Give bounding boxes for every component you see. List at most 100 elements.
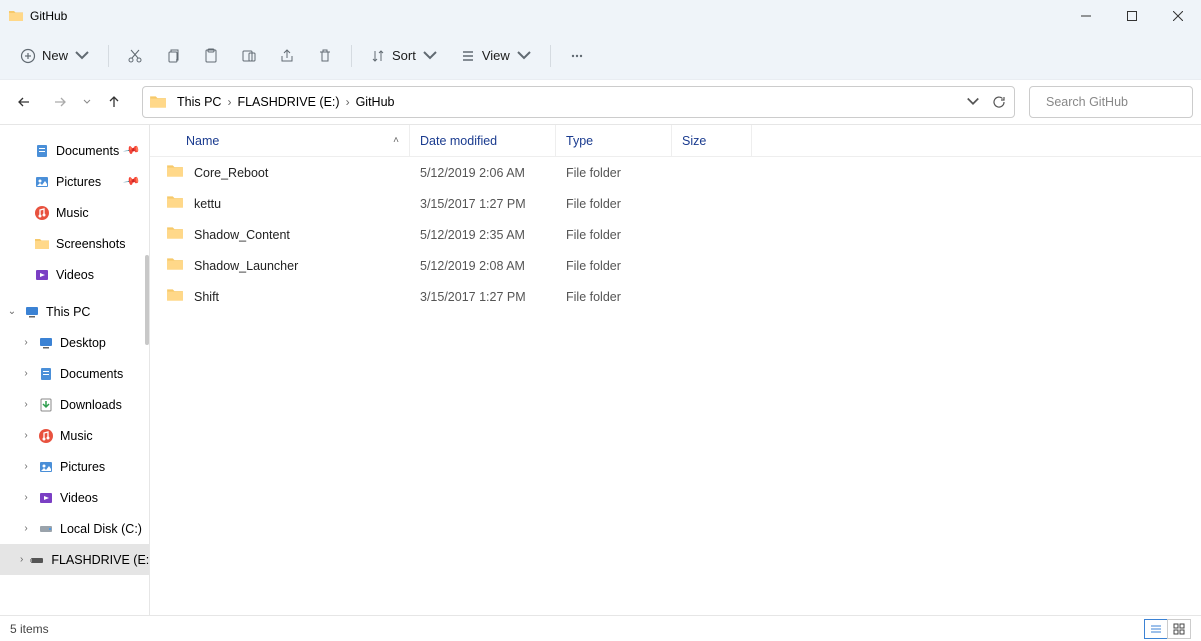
doc-icon xyxy=(38,366,54,382)
column-name[interactable]: Name˄ xyxy=(150,125,410,156)
list-icon xyxy=(460,48,476,64)
file-date: 5/12/2019 2:06 AM xyxy=(410,166,556,180)
sort-button[interactable]: Sort xyxy=(360,38,448,74)
refresh-icon[interactable] xyxy=(992,95,1006,109)
chevron-down-icon[interactable]: ⌄ xyxy=(6,306,18,317)
share-icon xyxy=(279,48,295,64)
sidebar-item[interactable]: Videos xyxy=(0,259,149,290)
sidebar-item[interactable]: › Pictures xyxy=(0,451,149,482)
chevron-right-icon[interactable]: › xyxy=(20,461,32,472)
back-button[interactable] xyxy=(8,86,40,118)
breadcrumb-segment[interactable]: FLASHDRIVE (E:) xyxy=(233,95,343,109)
sidebar-item[interactable]: ›FLASHDRIVE (E:) xyxy=(0,544,149,575)
new-button[interactable]: New xyxy=(10,38,100,74)
sidebar-item[interactable]: › Videos xyxy=(0,482,149,513)
sidebar-item[interactable]: Screenshots xyxy=(0,228,149,259)
file-row[interactable]: Shadow_Content5/12/2019 2:35 AMFile fold… xyxy=(150,219,1201,250)
plus-circle-icon xyxy=(20,48,36,64)
sidebar-item-label: Local Disk (C:) xyxy=(60,522,142,536)
recent-button[interactable] xyxy=(80,98,94,106)
column-date[interactable]: Date modified xyxy=(410,125,556,156)
copy-button[interactable] xyxy=(155,38,191,74)
status-count: 5 items xyxy=(10,622,49,636)
sidebar-scrollbar[interactable] xyxy=(143,125,149,615)
minimize-button[interactable] xyxy=(1063,0,1109,32)
view-button[interactable]: View xyxy=(450,38,542,74)
sidebar-item-label: Pictures xyxy=(56,175,101,189)
folder-icon xyxy=(166,286,184,307)
sidebar-item[interactable]: Pictures 📌 xyxy=(0,166,149,197)
window-title: GitHub xyxy=(30,9,67,23)
sidebar-item[interactable]: › Local Disk (C:) xyxy=(0,513,149,544)
forward-button[interactable] xyxy=(44,86,76,118)
chevron-right-icon[interactable]: › xyxy=(20,523,32,534)
sidebar-this-pc[interactable]: ⌄ This PC xyxy=(0,296,149,327)
pc-icon xyxy=(24,304,40,320)
clipboard-icon xyxy=(203,48,219,64)
sidebar-item-label: Desktop xyxy=(60,336,106,350)
delete-button[interactable] xyxy=(307,38,343,74)
column-type[interactable]: Type xyxy=(556,125,672,156)
new-label: New xyxy=(42,48,68,63)
breadcrumb-segment[interactable]: GitHub xyxy=(352,95,399,109)
file-date: 5/12/2019 2:35 AM xyxy=(410,228,556,242)
video-icon xyxy=(38,490,54,506)
sidebar-item[interactable]: ›Documents xyxy=(0,358,149,389)
chevron-down-icon xyxy=(422,48,438,64)
cut-button[interactable] xyxy=(117,38,153,74)
chevron-right-icon[interactable]: › xyxy=(20,368,32,379)
paste-button[interactable] xyxy=(193,38,229,74)
sidebar-item-label: Screenshots xyxy=(56,237,125,251)
sidebar-item[interactable]: ›Music xyxy=(0,420,149,451)
search-input[interactable] xyxy=(1046,95,1201,109)
rename-button[interactable] xyxy=(231,38,267,74)
sidebar-item[interactable]: ›Downloads xyxy=(0,389,149,420)
chevron-right-icon: › xyxy=(225,95,233,109)
chevron-down-icon xyxy=(516,48,532,64)
file-type: File folder xyxy=(556,228,672,242)
file-name: Core_Reboot xyxy=(194,166,268,180)
scissors-icon xyxy=(127,48,143,64)
file-type: File folder xyxy=(556,290,672,304)
icons-view-button[interactable] xyxy=(1167,619,1191,639)
file-type: File folder xyxy=(556,197,672,211)
folder-icon xyxy=(166,255,184,276)
music-icon xyxy=(38,428,54,444)
file-name: kettu xyxy=(194,197,221,211)
chevron-right-icon[interactable]: › xyxy=(20,337,32,348)
file-row[interactable]: kettu3/15/2017 1:27 PMFile folder xyxy=(150,188,1201,219)
title-bar: GitHub xyxy=(0,0,1201,32)
column-size[interactable]: Size xyxy=(672,125,752,156)
disk-icon xyxy=(38,521,54,537)
file-type: File folder xyxy=(556,166,672,180)
chevron-right-icon[interactable]: › xyxy=(20,399,32,410)
sidebar-item[interactable]: Music xyxy=(0,197,149,228)
address-bar[interactable]: This PC › FLASHDRIVE (E:) › GitHub xyxy=(142,86,1015,118)
chevron-right-icon[interactable]: › xyxy=(20,492,32,503)
file-date: 5/12/2019 2:08 AM xyxy=(410,259,556,273)
desktop-icon xyxy=(38,335,54,351)
share-button[interactable] xyxy=(269,38,305,74)
chevron-right-icon[interactable]: › xyxy=(20,554,23,565)
maximize-button[interactable] xyxy=(1109,0,1155,32)
file-row[interactable]: Shadow_Launcher5/12/2019 2:08 AMFile fol… xyxy=(150,250,1201,281)
details-view-button[interactable] xyxy=(1144,619,1168,639)
pin-icon: 📌 xyxy=(123,172,142,191)
close-button[interactable] xyxy=(1155,0,1201,32)
sidebar-item-label: Videos xyxy=(60,491,98,505)
chevron-down-icon[interactable] xyxy=(966,95,980,109)
up-button[interactable] xyxy=(98,86,130,118)
usb-icon xyxy=(29,552,45,568)
breadcrumb-segment[interactable]: This PC xyxy=(173,95,225,109)
file-row[interactable]: Shift3/15/2017 1:27 PMFile folder xyxy=(150,281,1201,312)
search-box[interactable] xyxy=(1029,86,1193,118)
pin-icon: 📌 xyxy=(123,141,142,160)
video-icon xyxy=(34,267,50,283)
sidebar-item[interactable]: Documents📌 xyxy=(0,135,149,166)
chevron-right-icon[interactable]: › xyxy=(20,430,32,441)
sidebar-item-label: Pictures xyxy=(60,460,105,474)
sort-label: Sort xyxy=(392,48,416,63)
file-row[interactable]: Core_Reboot 5/12/2019 2:06 AMFile folder xyxy=(150,157,1201,188)
sidebar-item[interactable]: › Desktop xyxy=(0,327,149,358)
more-button[interactable] xyxy=(559,38,595,74)
